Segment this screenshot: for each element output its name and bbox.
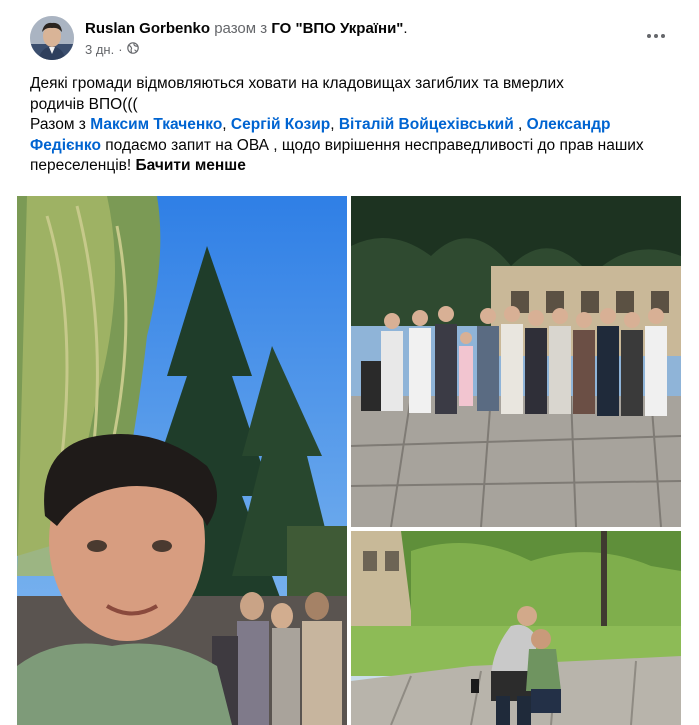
tag-maksym[interactable]: Максим Ткаченко — [90, 116, 222, 133]
facebook-post: Ruslan Gorbenko разом з ГО "ВПО України"… — [0, 0, 699, 725]
tag-serhii[interactable]: Сергій Козир — [231, 116, 330, 133]
globe-icon[interactable] — [126, 42, 139, 57]
post-line-2: родичів ВПО((( — [30, 95, 138, 113]
tag-sep-3: , — [513, 116, 523, 133]
more-options-button[interactable] — [641, 26, 671, 46]
photo-park[interactable] — [351, 531, 681, 725]
see-less-link[interactable]: Бачити менше — [136, 157, 246, 174]
with-word: разом з — [214, 20, 268, 37]
tag-sep-1: , — [222, 116, 227, 133]
post-meta: 3 дн. · — [85, 42, 139, 57]
tag-vitalii[interactable]: Віталій Войцехівський — [339, 116, 514, 133]
tag-sep-2: , — [330, 116, 335, 133]
more-horizontal-icon — [647, 34, 651, 38]
post-line-1: Деякі громади відмовляються ховати на кл… — [30, 75, 564, 92]
meta-separator: · — [118, 42, 123, 57]
post-body: подаємо запит на ОВА , щодо вирішення не… — [30, 136, 644, 175]
author-name[interactable]: Ruslan Gorbenko — [85, 20, 210, 37]
author-avatar[interactable] — [30, 16, 74, 60]
photo-selfie[interactable] — [17, 196, 347, 725]
post-text: Деякі громади відмовляються ховати на кл… — [30, 74, 670, 177]
group-name[interactable]: ГО "ВПО України" — [271, 20, 403, 37]
author-line: Ruslan Gorbenko разом з ГО "ВПО України"… — [85, 20, 408, 37]
period: . — [403, 20, 408, 37]
photo-grid — [17, 196, 681, 725]
avatar-image — [30, 16, 74, 60]
photo-group[interactable] — [351, 196, 681, 527]
post-header: Ruslan Gorbenko разом з ГО "ВПО України"… — [30, 14, 699, 64]
post-time[interactable]: 3 дн. — [85, 42, 114, 57]
with-prefix: Разом з — [30, 116, 86, 133]
